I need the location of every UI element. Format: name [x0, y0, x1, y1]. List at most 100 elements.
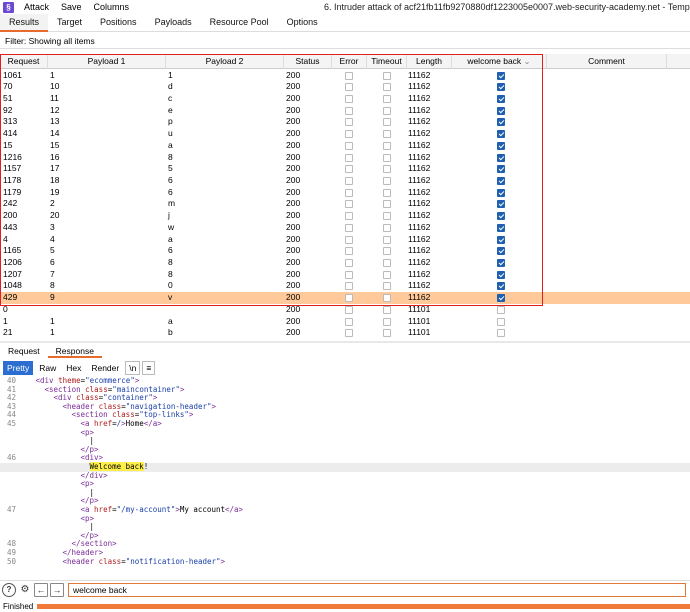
- table-row[interactable]: 1165 5 6 200 11162: [0, 245, 690, 257]
- cell-p2: p: [168, 116, 173, 127]
- cell-p2: 8: [168, 268, 173, 279]
- response-code-view[interactable]: 40 <div theme="ecommerce"> 41 <section clas…: [0, 376, 690, 580]
- cell-length: 11162: [408, 233, 431, 244]
- cell-length: 11162: [408, 186, 431, 197]
- pane-splitter[interactable]: [0, 341, 690, 343]
- line-number: 47: [6, 505, 16, 514]
- code-line: </div>: [0, 471, 690, 481]
- cell-p1: 1: [50, 327, 55, 338]
- tab-options[interactable]: Options: [278, 14, 327, 32]
- col-status[interactable]: Status: [284, 54, 332, 69]
- table-row[interactable]: 443 3 w 200 11162: [0, 222, 690, 234]
- menu-bar: Attack Save Columns: [24, 2, 141, 12]
- table-row[interactable]: 92 12 e 200 11162: [0, 105, 690, 117]
- cell-p2: b: [168, 327, 173, 338]
- line-number: 45: [6, 419, 16, 428]
- table-row[interactable]: 1 1 a 200 11101: [0, 316, 690, 328]
- cell-length: 11162: [408, 163, 431, 174]
- col-payload-2[interactable]: Payload 2: [166, 54, 284, 69]
- view-raw-button[interactable]: Raw: [35, 361, 60, 375]
- cell-p2: 8: [168, 151, 173, 162]
- search-bar: ? ⚙ ← → welcome back: [0, 580, 690, 598]
- welcome-checkbox: [497, 141, 505, 150]
- cell-status: 200: [286, 292, 301, 303]
- welcome-checkbox: [497, 83, 505, 92]
- table-row[interactable]: 4 4 a 200 11162: [0, 234, 690, 246]
- table-row[interactable]: 1179 19 6 200 11162: [0, 187, 690, 199]
- tab-response[interactable]: Response: [47, 345, 102, 358]
- cell-p1: 14: [50, 128, 60, 139]
- table-row[interactable]: 1048 8 0 200 11162: [0, 280, 690, 292]
- filter-bar[interactable]: Filter: Showing all items: [0, 33, 690, 49]
- title-bar: § Attack Save Columns 6. Intruder attack…: [0, 0, 690, 14]
- col-request[interactable]: Request: [0, 54, 48, 69]
- tab-request[interactable]: Request: [0, 345, 48, 358]
- cell-length: 11162: [408, 257, 431, 268]
- cell-length: 11162: [408, 81, 431, 92]
- cell-request: 51: [3, 92, 13, 103]
- col-timeout[interactable]: Timeout: [367, 54, 407, 69]
- code-line: |: [0, 437, 690, 446]
- table-row[interactable]: 313 13 p 200 11162: [0, 116, 690, 128]
- menu-columns[interactable]: Columns: [94, 2, 130, 12]
- cell-length: 11162: [408, 292, 431, 303]
- menu-attack[interactable]: Attack: [24, 2, 49, 12]
- col-error[interactable]: Error: [332, 54, 367, 69]
- cell-request: 1061: [3, 69, 22, 80]
- table-row[interactable]: 429 9 v 200 11162: [0, 292, 690, 304]
- tab-positions[interactable]: Positions: [91, 14, 146, 32]
- cell-status: 200: [286, 315, 301, 326]
- help-icon[interactable]: ?: [2, 582, 16, 597]
- table-row[interactable]: 1207 7 8 200 11162: [0, 269, 690, 281]
- table-row[interactable]: 51 11 c 200 11162: [0, 93, 690, 105]
- previous-match-icon[interactable]: ←: [34, 582, 48, 597]
- cell-request: 1179: [3, 186, 22, 197]
- col-welcome-back[interactable]: welcome back ⌄: [452, 54, 547, 69]
- table-row[interactable]: 1216 16 8 200 11162: [0, 152, 690, 164]
- tab-results[interactable]: Results: [0, 14, 49, 32]
- col-comment[interactable]: Comment: [547, 54, 667, 69]
- tab-target[interactable]: Target: [48, 14, 91, 32]
- view-pretty-button[interactable]: Pretty: [3, 361, 34, 375]
- table-row[interactable]: 414 14 u 200 11162: [0, 128, 690, 140]
- table-row[interactable]: 1061 1 1 200 11162: [0, 70, 690, 82]
- welcome-checkbox: [497, 235, 505, 244]
- settings-gear-icon[interactable]: ⚙: [18, 583, 32, 597]
- error-checkbox: [345, 282, 353, 291]
- table-row[interactable]: 1206 6 8 200 11162: [0, 257, 690, 269]
- search-input[interactable]: welcome back: [68, 582, 686, 597]
- welcome-checkbox: [497, 294, 505, 303]
- next-match-icon[interactable]: →: [50, 582, 64, 597]
- cell-request: 200: [3, 210, 18, 221]
- table-row[interactable]: 1178 18 6 200 11162: [0, 175, 690, 187]
- table-row[interactable]: 242 2 m 200 11162: [0, 198, 690, 210]
- table-row[interactable]: 70 10 d 200 11162: [0, 81, 690, 93]
- col-payload-1[interactable]: Payload 1: [48, 54, 166, 69]
- cell-length: 11162: [408, 280, 431, 291]
- table-row[interactable]: 1157 17 5 200 11162: [0, 163, 690, 175]
- table-row[interactable]: 21 1 b 200 11101: [0, 327, 690, 339]
- timeout-checkbox: [383, 212, 391, 221]
- timeout-checkbox: [383, 282, 391, 291]
- code-line: 47 <a href="/my-account">My account</a>: [0, 505, 690, 515]
- table-row[interactable]: 200 20 j 200 11162: [0, 210, 690, 222]
- col-length[interactable]: Length: [407, 54, 452, 69]
- timeout-checkbox: [383, 130, 391, 139]
- cell-status: 200: [286, 257, 301, 268]
- cell-length: 11162: [408, 198, 431, 209]
- table-row[interactable]: 0 200 11101: [0, 304, 690, 316]
- menu-lines-icon[interactable]: ≡: [142, 361, 156, 375]
- error-checkbox: [345, 223, 353, 232]
- error-checkbox: [345, 94, 353, 103]
- menu-save[interactable]: Save: [61, 2, 82, 12]
- tab-payloads[interactable]: Payloads: [146, 14, 201, 32]
- view-render-button[interactable]: Render: [87, 361, 123, 375]
- error-checkbox: [345, 200, 353, 209]
- error-checkbox: [345, 259, 353, 268]
- newline-toggle-button[interactable]: \n: [125, 361, 141, 375]
- timeout-checkbox: [383, 259, 391, 268]
- view-hex-button[interactable]: Hex: [62, 361, 85, 375]
- error-checkbox: [345, 130, 353, 139]
- table-row[interactable]: 15 15 a 200 11162: [0, 140, 690, 152]
- tab-resource-pool[interactable]: Resource Pool: [201, 14, 278, 32]
